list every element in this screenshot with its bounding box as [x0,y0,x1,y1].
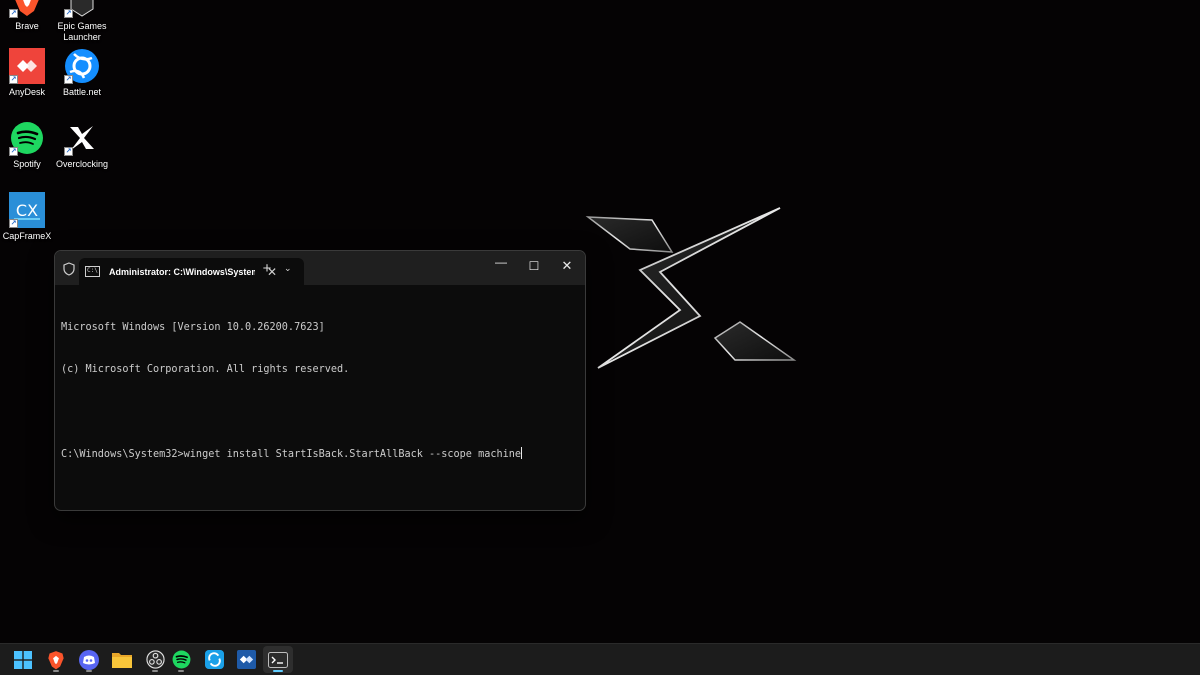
desktop-icon-label: Brave [15,21,39,31]
running-indicator [86,670,92,672]
tab-dropdown-button[interactable]: ⌄ [284,263,292,274]
desktop-icon-brave[interactable]: ↗ Brave [0,0,56,50]
desktop-icon-overclocking[interactable]: ↗ Overclocking [53,120,111,188]
desktop-icon-capframex[interactable]: CX ↗ CapFrameX [0,192,56,260]
svg-text:CX: CX [16,201,38,220]
discord-taskbar[interactable] [74,646,104,673]
new-tab-button[interactable]: + [260,260,274,277]
close-button[interactable]: ✕ [557,258,577,274]
running-indicator [53,670,59,672]
discord-icon [79,649,99,670]
terminal-prompt-line[interactable]: C:\Windows\System32>winget install Start… [61,447,579,461]
shortcut-arrow-icon: ↗ [64,147,73,156]
epic-games-icon: EPIC ↗ [64,0,100,18]
desktop-icon-battlenet[interactable]: ↗ Battle.net [53,48,111,116]
sync-icon [204,650,224,669]
anydesk-taskbar[interactable] [231,646,261,673]
command-text: C:\Windows\System32>winget install Start… [61,449,522,460]
anydesk-icon [236,650,256,669]
file-explorer-taskbar[interactable] [107,646,137,673]
folder-icon [112,653,132,668]
terminal-window[interactable]: C:\ Administrator: C:\Windows\System32\c… [54,250,586,511]
svg-text:EPIC: EPIC [74,0,90,1]
shortcut-arrow-icon: ↗ [9,147,18,156]
sync-app-taskbar[interactable] [199,646,229,673]
wallpaper-x-logo [585,207,797,369]
taskbar [0,643,1200,675]
terminal-output[interactable]: Microsoft Windows [Version 10.0.26200.76… [55,285,585,497]
desktop-icon-epic-games[interactable]: EPIC ↗ Epic Games Launcher [53,0,111,50]
terminal-taskbar[interactable] [263,646,293,673]
desktop-icon-label: Battle.net [62,87,102,97]
windows-logo-icon [14,650,32,669]
minimize-button[interactable]: — [491,255,511,269]
brave-icon [48,650,64,669]
brave-taskbar[interactable] [41,646,71,673]
desktop-icon-label: AnyDesk [8,87,45,97]
terminal-titlebar[interactable]: C:\ Administrator: C:\Windows\System32\c… [55,251,585,285]
active-indicator [273,670,283,672]
shortcut-arrow-icon: ↗ [64,75,73,84]
shortcut-arrow-icon: ↗ [9,75,18,84]
spotify-icon: ↗ [9,120,45,156]
terminal-line: Microsoft Windows [Version 10.0.26200.76… [61,322,325,333]
brave-icon: ↗ [9,0,45,18]
spotify-taskbar[interactable] [166,646,196,673]
desktop-icon-anydesk[interactable]: ↗ AnyDesk [0,48,56,116]
desktop-icon-label: Spotify [13,159,41,169]
obs-icon [145,650,165,669]
terminal-icon [268,651,288,668]
shortcut-arrow-icon: ↗ [64,9,73,18]
terminal-line: (c) Microsoft Corporation. All rights re… [61,364,350,375]
desktop-icon-label: Epic Games Launcher [57,21,107,42]
running-indicator [178,670,184,672]
shortcut-arrow-icon: ↗ [9,9,18,18]
overclocking-x-icon: ↗ [64,120,100,156]
running-indicator [152,670,158,672]
text-cursor [521,447,523,459]
tab-title: Administrator: C:\Windows\System32\cmd.e… [109,266,255,277]
desktop-icon-spotify[interactable]: ↗ Spotify [0,120,56,188]
start-button[interactable] [8,646,38,673]
admin-shield-icon [63,262,75,276]
cmd-icon: C:\ [85,266,100,277]
shortcut-arrow-icon: ↗ [9,219,18,228]
capframex-icon: CX ↗ [9,192,45,228]
desktop-icon-label: CapFrameX [2,231,52,241]
desktop: ↗ Brave EPIC ↗ Epic Games Launcher ↗ Any… [0,0,1200,643]
anydesk-icon: ↗ [9,48,45,84]
spotify-icon [172,650,190,669]
desktop-icon-label: Overclocking [55,159,109,169]
maximize-button[interactable]: ☐ [524,259,544,273]
battlenet-icon: ↗ [64,48,100,84]
